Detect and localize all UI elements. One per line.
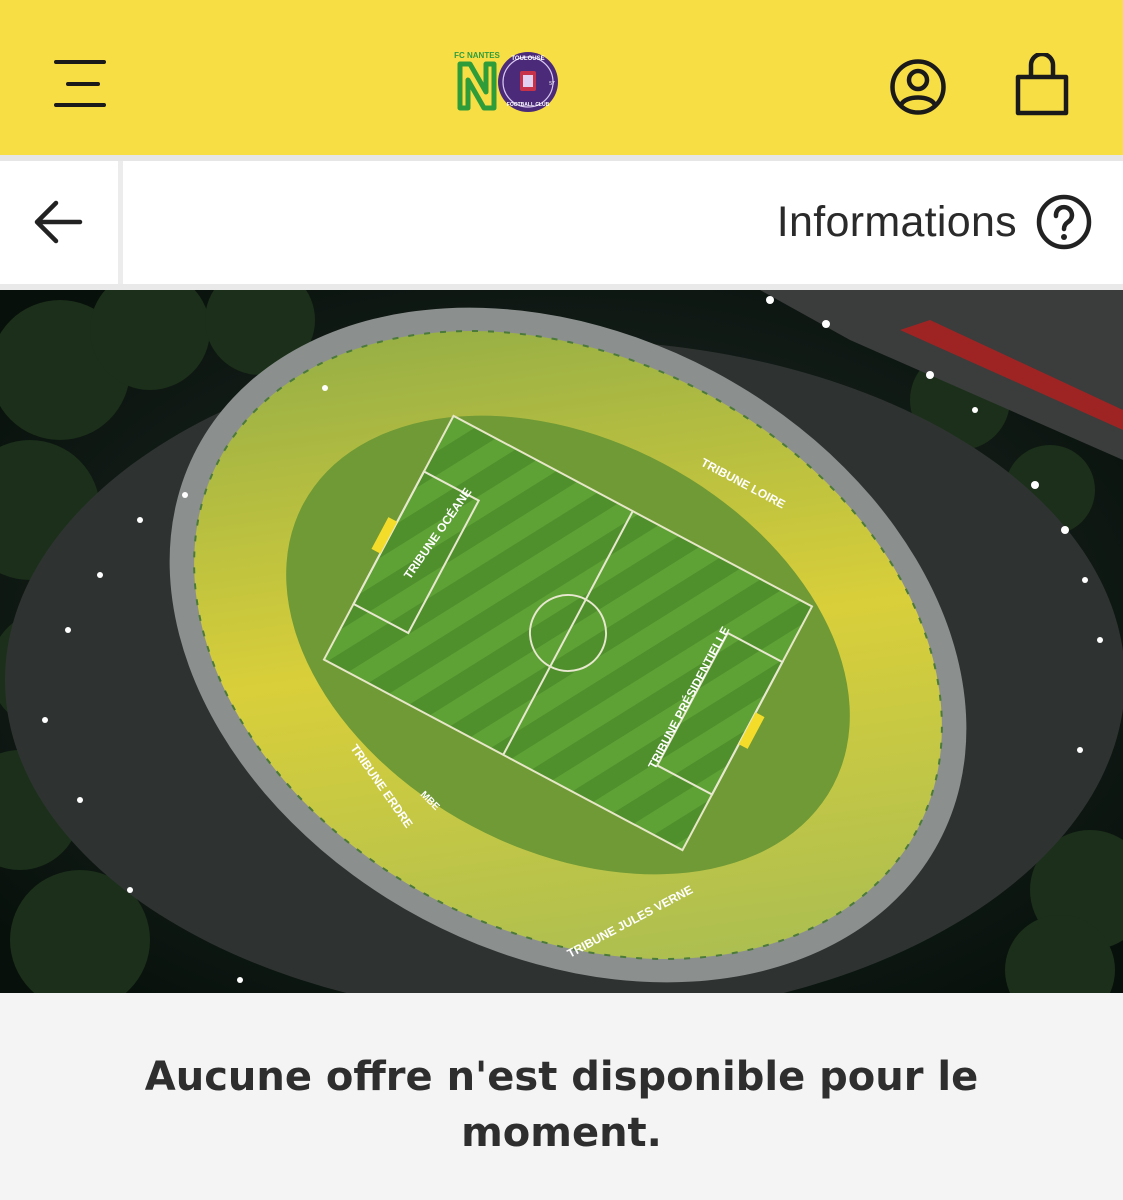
informations-label: Informations <box>776 197 1017 246</box>
match-logos: FC NANTES TOULOUSE FOOTBALL CLUB 57 <box>450 44 560 116</box>
fc-nantes-logo: FC NANTES <box>454 51 501 111</box>
toulouse-fc-logo: TOULOUSE FOOTBALL CLUB 57 <box>498 52 558 112</box>
offers-area: Aucune offre n'est disponible pour le mo… <box>0 993 1123 1200</box>
user-circle-icon <box>890 59 946 115</box>
menu-button[interactable] <box>54 60 108 108</box>
back-button[interactable] <box>0 161 118 284</box>
svg-text:FOOTBALL CLUB: FOOTBALL CLUB <box>507 102 550 108</box>
home-club-name: FC NANTES <box>454 51 500 60</box>
sub-navbar: Informations <box>0 161 1123 284</box>
question-circle-icon <box>1036 194 1092 250</box>
away-club-number: 57 <box>549 81 555 87</box>
no-offer-message: Aucune offre n'est disponible pour le mo… <box>144 1054 979 1156</box>
cart-button[interactable] <box>1010 51 1072 117</box>
account-button[interactable] <box>888 57 948 117</box>
svg-text:TOULOUSE: TOULOUSE <box>511 56 544 62</box>
arrow-left-icon <box>34 200 83 244</box>
stadium-map[interactable]: TRIBUNE LOIRE TRIBUNE OCÉANE TRIBUNE ERD… <box>0 290 1123 993</box>
top-header: FC NANTES TOULOUSE FOOTBALL CLUB 57 <box>0 0 1123 155</box>
shopping-bag-icon <box>1015 51 1069 116</box>
navbar-divider <box>118 161 123 284</box>
informations-button[interactable]: Informations <box>777 191 1093 253</box>
hamburger-menu-icon <box>54 60 108 108</box>
